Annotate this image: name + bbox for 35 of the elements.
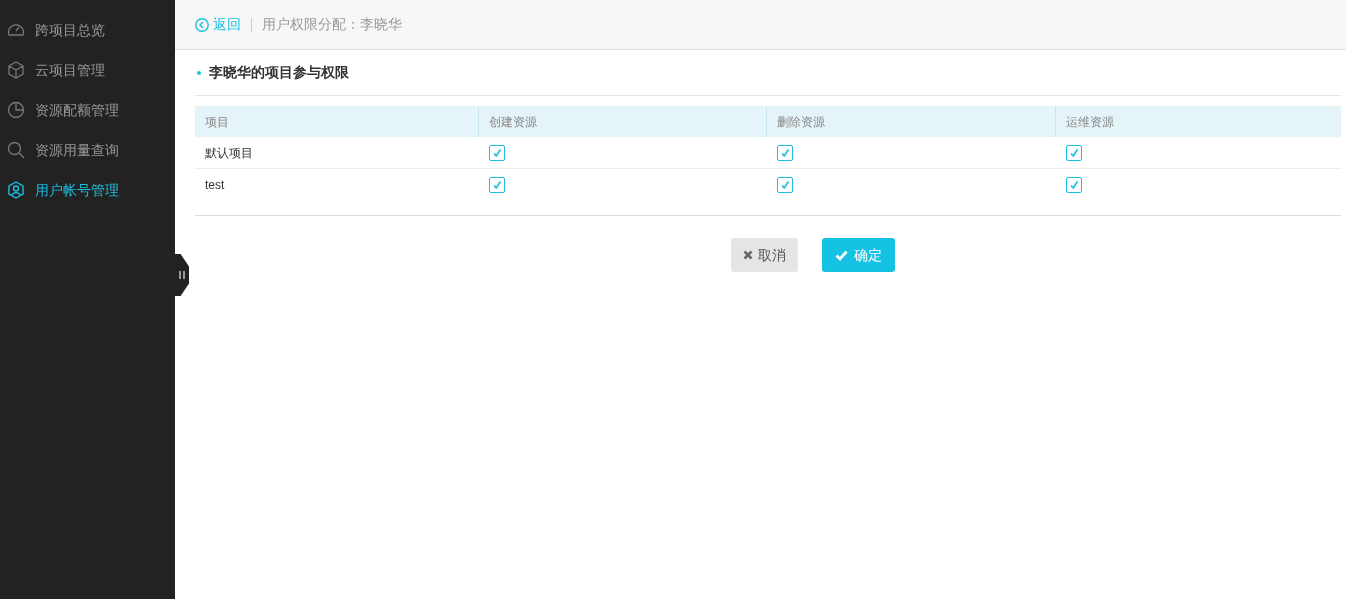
sidebar-item[interactable]: 云项目管理 <box>0 50 175 90</box>
column-header: 删除资源 <box>766 106 1055 137</box>
check-icon <box>780 147 790 158</box>
section-title: 李晓华的项目参与权限 <box>209 63 349 82</box>
sidebar-item[interactable]: 用户帐号管理 <box>0 170 175 210</box>
back-icon <box>195 17 209 32</box>
check-icon <box>492 147 502 158</box>
check-icon <box>492 180 502 190</box>
checkbox[interactable] <box>489 177 505 193</box>
close-icon <box>743 250 753 260</box>
sidebar-item[interactable]: 资源用量查询 <box>0 130 175 170</box>
cube-icon <box>7 61 25 79</box>
check-icon <box>1069 180 1079 190</box>
column-header: 项目 <box>204 113 230 131</box>
user-icon <box>8 181 24 199</box>
table-cell-text: test <box>205 177 225 194</box>
checkbox[interactable] <box>777 177 793 193</box>
cancel-button[interactable]: 取消 <box>731 238 798 272</box>
checkbox[interactable] <box>1066 177 1082 193</box>
table-cell-text: 默认项目 <box>205 144 253 162</box>
sidebar-item[interactable]: 资源配额管理 <box>0 90 175 130</box>
check-icon <box>1069 147 1079 158</box>
sidebar-toggle[interactable] <box>175 254 189 296</box>
checkbox[interactable] <box>777 144 793 161</box>
checkbox[interactable] <box>489 144 505 161</box>
search-icon <box>7 141 25 159</box>
check-icon <box>835 249 848 261</box>
checkbox[interactable] <box>1066 144 1082 161</box>
column-header: 创建资源 <box>478 106 766 137</box>
pie-chart-icon <box>7 101 25 119</box>
check-icon <box>780 180 790 190</box>
page-title: 用户权限分配：李晓华 <box>262 15 402 34</box>
column-header: 运维资源 <box>1055 106 1341 137</box>
sidebar-item[interactable]: 跨项目总览 <box>0 10 175 50</box>
gauge-icon <box>7 22 25 38</box>
